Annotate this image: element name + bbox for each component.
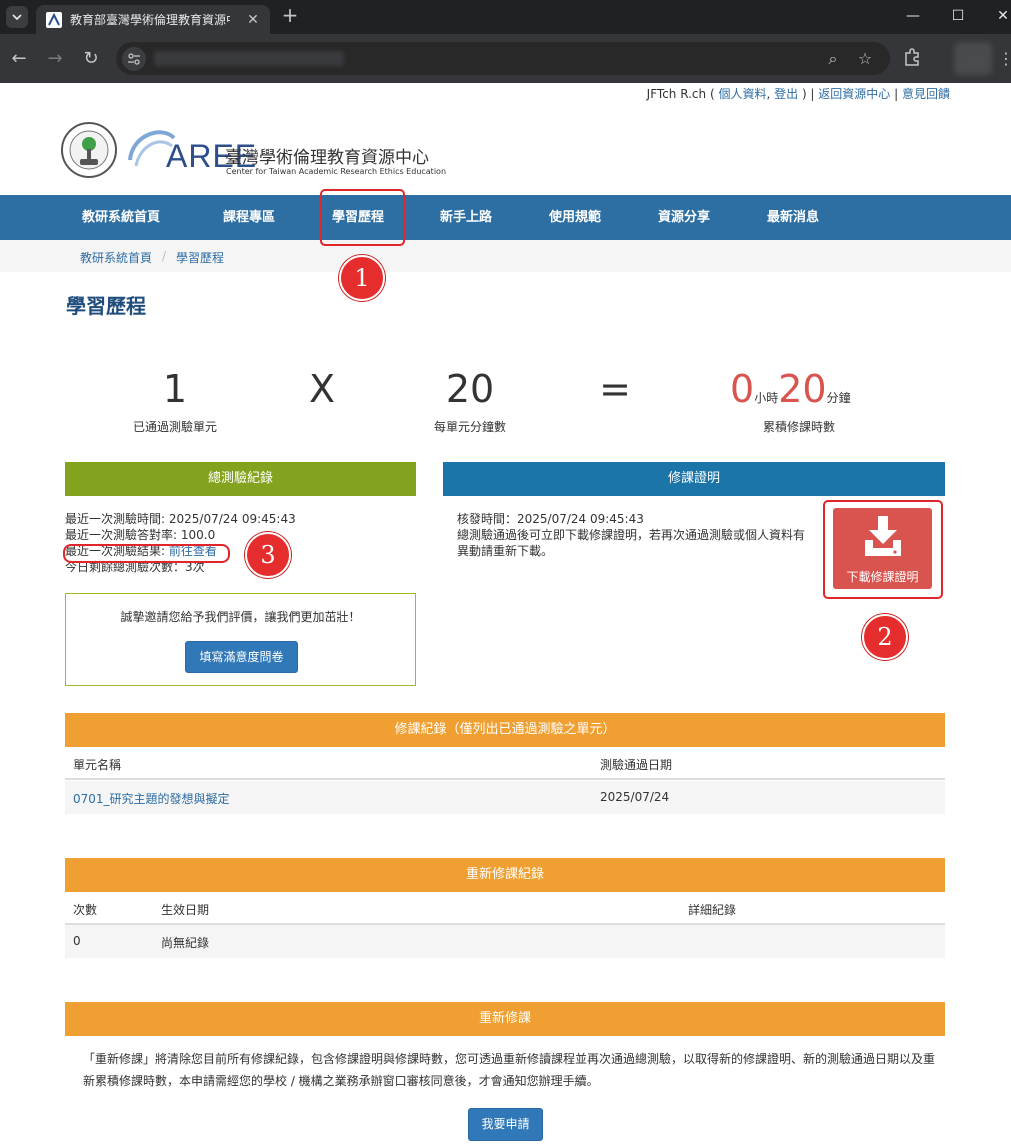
certificate-issue-time: 核發時間：2025/07/24 09:45:43 — [457, 512, 644, 526]
certificate-header: 修課證明 — [443, 462, 945, 496]
window-close-button[interactable]: ✕ — [993, 6, 1011, 26]
retake-header: 重新修課 — [65, 1002, 945, 1036]
address-bar[interactable]: ⌕ ☆ — [116, 42, 890, 75]
total-hours-value: 0小時20分鐘 — [730, 366, 880, 421]
extensions-icon[interactable] — [902, 47, 924, 69]
reload-icon[interactable]: ↻ — [80, 48, 102, 70]
retake-records-header-row: 次數 生效日期 詳細紀錄 — [65, 892, 945, 925]
units-passed-value: 1 — [162, 367, 188, 411]
separator: | — [890, 87, 902, 101]
annotation-highlight-nav — [320, 189, 405, 246]
annotation-marker-3: 3 — [245, 532, 291, 578]
exam-record-header: 總測驗紀錄 — [65, 462, 416, 496]
back-to-center-link[interactable]: 返回資源中心 — [818, 87, 890, 101]
hours-unit: 小時 — [754, 391, 779, 405]
retake-date: 尚無紀錄 — [161, 936, 210, 950]
paren-close: ) | — [798, 87, 819, 101]
page-title: 學習歷程 — [66, 294, 146, 318]
minutes-per-unit-value: 20 — [445, 367, 495, 411]
retake-records-header: 重新修課紀錄 — [65, 858, 945, 892]
nav-item-resources[interactable]: 資源分享 — [658, 195, 710, 240]
ministry-of-education-seal-icon — [61, 122, 117, 178]
maximize-button[interactable]: ☐ — [948, 6, 968, 26]
annotation-marker-1: 1 — [339, 255, 385, 301]
site-favicon-icon — [46, 12, 62, 28]
units-passed-label: 已通過測驗單元 — [132, 420, 217, 434]
annotation-highlight-result — [63, 544, 230, 563]
browser-menu-icon[interactable]: ⋮ — [998, 48, 1011, 70]
table-row: 0701_研究主題的發想與擬定 2025/07/24 — [65, 781, 945, 814]
site-info-icon[interactable] — [122, 47, 146, 71]
column-header: 生效日期 — [161, 903, 210, 917]
user-bar: JFTch R.ch ( 個人資料, 登出 ) | 返回資源中心 | 意見回饋 — [647, 85, 950, 102]
minimize-button[interactable]: — — [903, 6, 923, 26]
course-records-header: 修課紀錄（僅列出已通過測驗之單元） — [65, 713, 945, 747]
minutes-unit: 分鐘 — [826, 391, 851, 405]
site-logo[interactable]: AREE 臺灣學術倫理教育資源中心 Center for Taiwan Acad… — [60, 118, 450, 180]
unit-name-link[interactable]: 0701_研究主題的發想與擬定 — [73, 790, 230, 807]
bookmark-star-icon[interactable]: ☆ — [854, 48, 876, 70]
new-tab-button[interactable]: + — [280, 5, 300, 26]
column-header: 次數 — [73, 903, 98, 917]
pass-date: 2025/07/24 — [600, 790, 670, 804]
browser-tab[interactable]: 教育部臺灣學術倫理教育資源中 ✕ — [36, 5, 270, 34]
tab-close-icon[interactable]: ✕ — [246, 13, 260, 27]
profile-link[interactable]: 個人資料 — [718, 87, 766, 101]
tab-search-button[interactable] — [6, 6, 28, 28]
feedback-link[interactable]: 意見回饋 — [902, 87, 950, 101]
url-text-redacted — [154, 51, 344, 66]
profile-avatar-redacted[interactable] — [954, 42, 992, 75]
center-name: 臺灣學術倫理教育資源中心 — [225, 148, 429, 168]
nav-item-rules[interactable]: 使用規範 — [549, 195, 601, 240]
retake-note: 「重新修課」將清除您目前所有修課紀錄，包含修課證明與修課時數，您可透過重新修讀課… — [83, 1052, 936, 1088]
browser-toolbar: ← → ↻ ⌕ ☆ ⋮ — [0, 34, 1011, 83]
column-header: 測驗通過日期 — [600, 758, 673, 772]
nav-item-courses[interactable]: 課程專區 — [223, 195, 275, 240]
breadcrumb-separator: / — [162, 249, 167, 263]
retake-count: 0 — [73, 934, 81, 948]
multiply-sign: X — [308, 367, 336, 411]
breadcrumb-current[interactable]: 學習歷程 — [176, 249, 224, 266]
course-records-header-row: 單元名稱 測驗通過日期 — [65, 747, 945, 780]
paren-open: ( — [706, 87, 719, 101]
column-header: 詳細紀錄 — [688, 903, 737, 917]
hours-value: 0 — [730, 367, 755, 411]
nav-item-home[interactable]: 教研系統首頁 — [82, 195, 160, 240]
zoom-icon[interactable]: ⌕ — [822, 48, 844, 70]
survey-box: 誠摯邀請您給予我們評價，讓我們更加茁壯！ 填寫滿意度問卷 — [65, 593, 416, 686]
page-content: JFTch R.ch ( 個人資料, 登出 ) | 返回資源中心 | 意見回饋 … — [0, 83, 1011, 1148]
breadcrumb-home-link[interactable]: 教研系統首頁 — [80, 249, 152, 266]
apply-retake-button[interactable]: 我要申請 — [468, 1108, 543, 1141]
logout-link[interactable]: 登出 — [774, 87, 798, 101]
center-name-english: Center for Taiwan Academic Research Ethi… — [226, 167, 447, 176]
total-hours-label: 累積修課時數 — [762, 420, 835, 434]
browser-tabbar: 教育部臺灣學術倫理教育資源中 ✕ + — ☐ ✕ — [0, 0, 1011, 34]
forward-arrow-icon[interactable]: → — [44, 48, 66, 70]
last-exam-time: 最近一次測驗時間: 2025/07/24 09:45:43 — [65, 512, 296, 526]
survey-button[interactable]: 填寫滿意度問卷 — [185, 641, 298, 673]
column-header: 單元名稱 — [73, 758, 122, 772]
back-arrow-icon[interactable]: ← — [8, 48, 30, 70]
table-row: 0 尚無紀錄 — [65, 925, 945, 958]
certificate-info: 核發時間：2025/07/24 09:45:43 總測驗通過後可立即下載修課證明… — [457, 511, 807, 559]
annotation-highlight-download — [823, 500, 943, 599]
survey-invitation: 誠摯邀請您給予我們評價，讓我們更加茁壯！ — [120, 610, 361, 624]
nav-item-news[interactable]: 最新消息 — [767, 195, 819, 240]
nav-item-getting-started[interactable]: 新手上路 — [440, 195, 492, 240]
equals-sign: = — [599, 367, 631, 411]
comma: , — [766, 87, 775, 101]
main-navigation: 教研系統首頁 課程專區 學習歷程 新手上路 使用規範 資源分享 最新消息 — [0, 195, 1011, 240]
tab-title: 教育部臺灣學術倫理教育資源中 — [70, 13, 230, 27]
chevron-down-icon — [12, 14, 22, 20]
minutes-value: 20 — [778, 367, 827, 411]
certificate-note: 總測驗通過後可立即下載修課證明，若再次通過測驗或個人資料有異動請重新下載。 — [457, 528, 806, 558]
breadcrumb: 教研系統首頁 / 學習歷程 — [0, 240, 1011, 272]
user-name: JFTch R.ch — [646, 87, 707, 101]
minutes-per-unit-label: 每單元分鐘數 — [433, 420, 506, 434]
annotation-marker-2: 2 — [862, 614, 908, 660]
